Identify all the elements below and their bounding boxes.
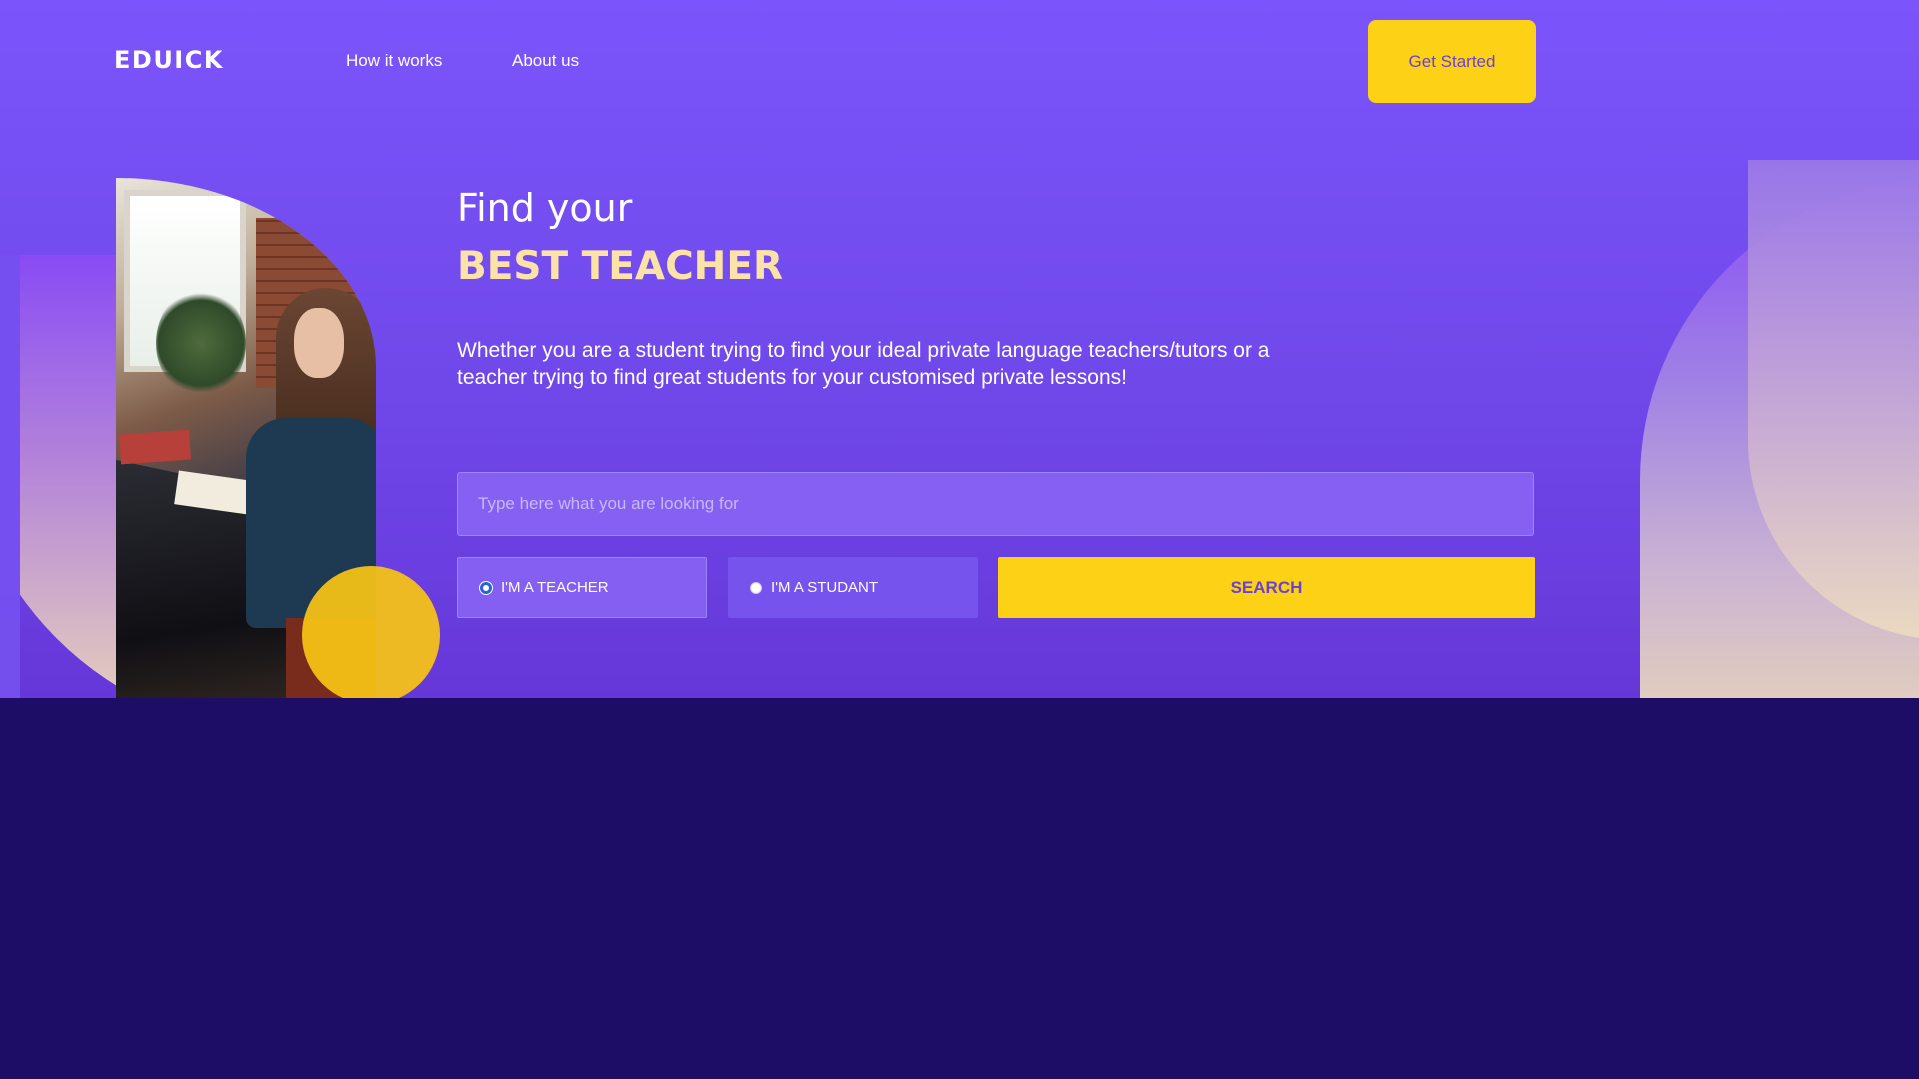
role-option-student[interactable]: I'M A STUDANT	[728, 557, 978, 618]
role-option-teacher[interactable]: I'M A TEACHER	[457, 557, 707, 618]
role-option-label: I'M A STUDANT	[771, 579, 879, 596]
get-started-button[interactable]: Get Started	[1368, 20, 1536, 103]
hero-description: Whether you are a student trying to find…	[457, 339, 1270, 389]
decorative-yellow-circle	[302, 566, 440, 698]
search-input[interactable]	[457, 472, 1534, 536]
nav-link-how-it-works[interactable]: How it works	[346, 51, 442, 71]
role-option-label: I'M A TEACHER	[501, 579, 609, 596]
lower-section	[0, 698, 1919, 1079]
hero-title-line2: BEST TEACHER	[457, 244, 783, 289]
radio-selected-icon[interactable]	[480, 581, 492, 594]
search-button[interactable]: SEARCH	[998, 557, 1535, 618]
logo[interactable]: EDUICK	[114, 46, 224, 74]
hero-title-line1: Find your	[457, 186, 633, 230]
nav-link-about-us[interactable]: About us	[512, 51, 579, 71]
radio-unselected-icon[interactable]	[750, 581, 762, 594]
hero-section: EDUICK How it works About us Get Started…	[0, 0, 1919, 698]
